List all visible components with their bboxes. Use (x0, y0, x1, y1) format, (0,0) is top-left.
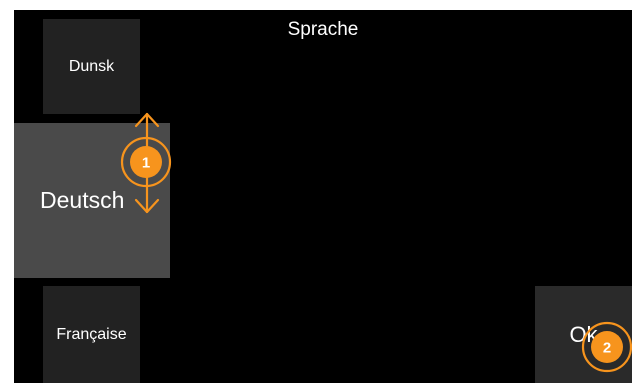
language-option-deutsch[interactable]: Deutsch (14, 123, 170, 278)
language-option-dunsk[interactable]: Dunsk (43, 19, 140, 114)
language-label: Française (56, 325, 127, 343)
language-option-francaise[interactable]: Française (43, 286, 140, 383)
page: Sprache Dunsk Deutsch Française Ok 1 2 (0, 0, 632, 387)
language-label: Deutsch (40, 187, 125, 213)
ok-button-label: Ok (569, 321, 598, 347)
ok-button[interactable]: Ok (535, 286, 632, 383)
device-screen: Sprache Dunsk Deutsch Française Ok (14, 10, 632, 383)
language-label: Dunsk (68, 57, 115, 75)
